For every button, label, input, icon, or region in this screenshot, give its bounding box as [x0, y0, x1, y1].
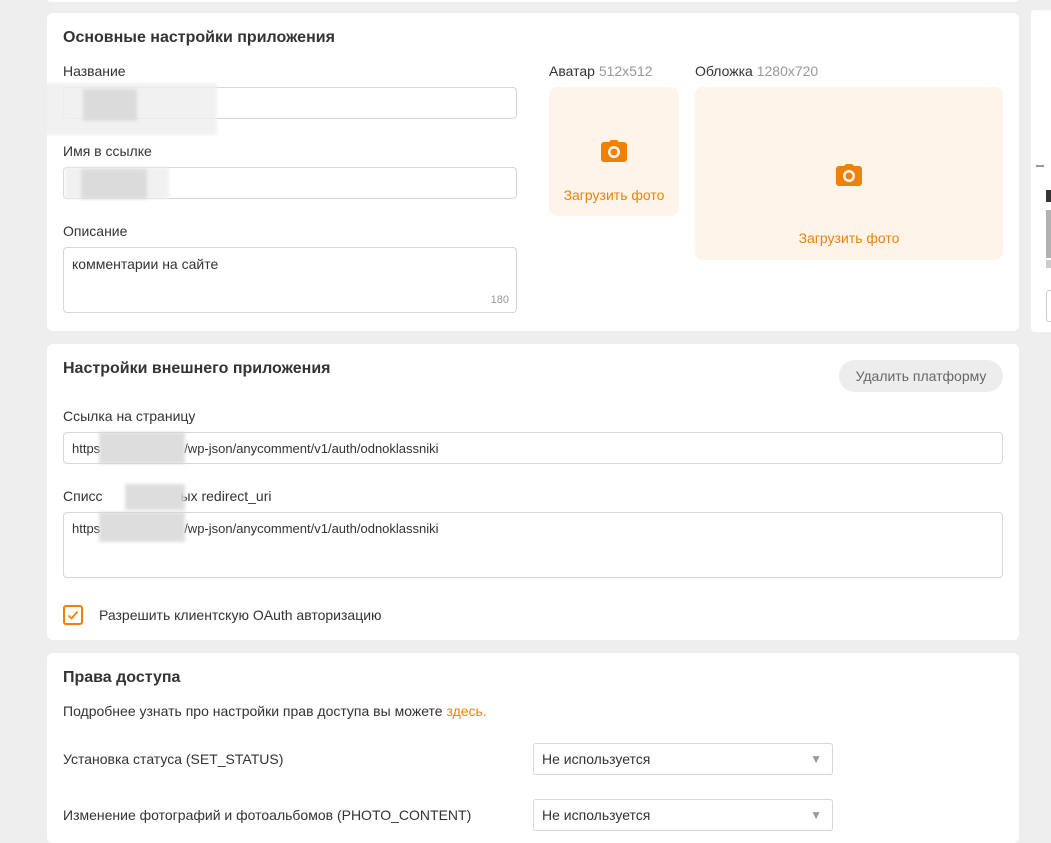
permission-select[interactable]: Не используется ▼	[533, 743, 833, 775]
oauth-label[interactable]: Разрешить клиентскую OAuth авторизацию	[99, 607, 382, 623]
cover-label: Обложка 1280x720	[695, 63, 819, 79]
camera-icon	[601, 140, 627, 162]
cover-upload-label: Загрузить фото	[798, 230, 900, 246]
redacted-blur	[99, 432, 185, 464]
oauth-checkbox[interactable]	[63, 605, 83, 625]
description-field[interactable]: комментарии на сайте 180	[63, 247, 517, 313]
description-counter: 180	[490, 294, 509, 306]
avatar-upload-label: Загрузить фото	[563, 187, 665, 203]
redacted-blur	[125, 484, 185, 510]
main-settings-title: Основные настройки приложения	[63, 29, 335, 46]
delete-platform-button[interactable]: Удалить платформу	[839, 360, 1003, 392]
permission-label: Изменение фотографий и фотоальбомов (PHO…	[63, 807, 472, 823]
permission-select[interactable]: Не используется ▼	[533, 799, 833, 831]
redirect-uri-field[interactable]: https/wp-json/anycomment/v1/auth/odnokla…	[63, 512, 1003, 578]
permission-label: Установка статуса (SET_STATUS)	[63, 751, 284, 767]
avatar-upload[interactable]: Загрузить фото	[549, 87, 679, 216]
page-link-label: Ссылка на страницу	[63, 408, 196, 424]
access-rights-card: Права доступа Подробнее узнать про настр…	[47, 653, 1019, 843]
access-info: Подробнее узнать про настройки прав дост…	[63, 703, 487, 719]
cover-upload[interactable]: Загрузить фото	[695, 87, 1003, 260]
main-settings-card: Основные настройки приложения Название И…	[41, 13, 1019, 331]
triangle-down-icon: ▼	[810, 752, 822, 766]
camera-icon	[836, 164, 862, 186]
previous-card-edge	[47, 0, 1019, 2]
access-rights-title: Права доступа	[63, 669, 181, 686]
name-label: Название	[63, 63, 126, 79]
side-panel-clipped	[1031, 10, 1051, 332]
external-settings-title: Настройки внешнего приложения	[63, 360, 331, 377]
description-value: комментарии на сайте	[72, 256, 219, 272]
external-settings-card: Настройки внешнего приложения Удалить пл…	[47, 344, 1019, 640]
page-link-field[interactable]: https/wp-json/anycomment/v1/auth/odnokla…	[63, 432, 1003, 464]
description-label: Описание	[63, 223, 128, 239]
access-info-link[interactable]: здесь.	[446, 703, 486, 719]
redacted-blur	[99, 512, 185, 542]
check-icon	[67, 610, 79, 620]
link-name-label: Имя в ссылке	[63, 143, 152, 159]
avatar-label: Аватар 512x512	[549, 63, 653, 79]
